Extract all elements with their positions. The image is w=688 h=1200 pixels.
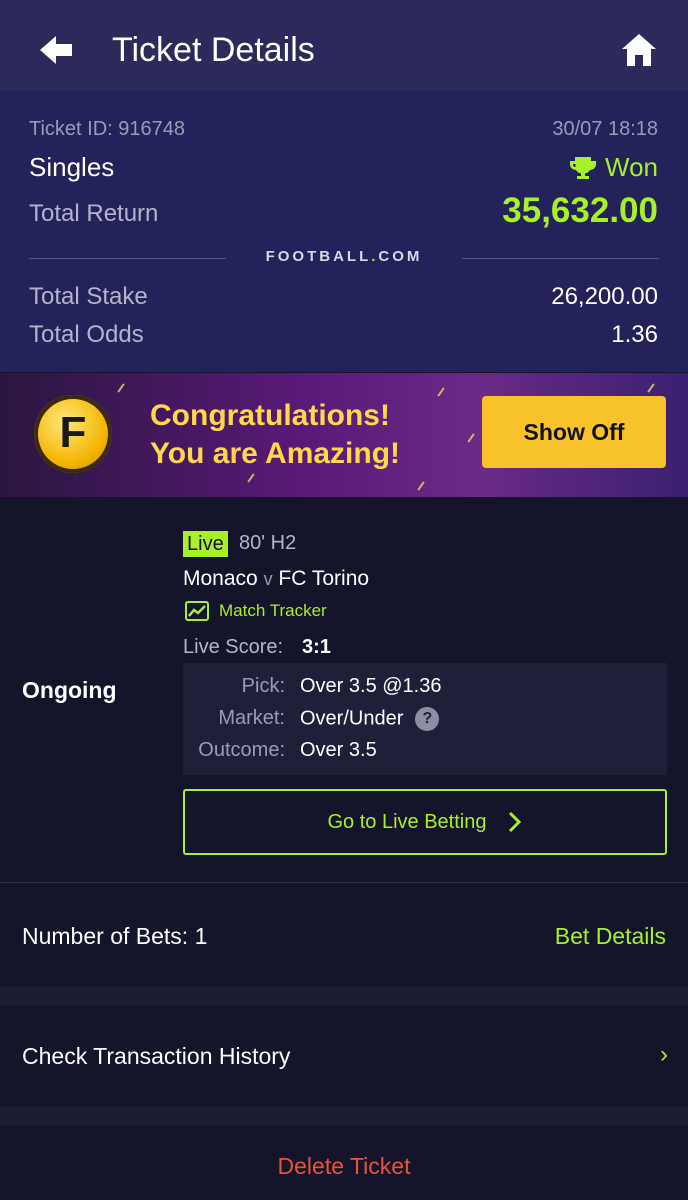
chart-line-icon xyxy=(185,601,209,621)
app-header: Ticket Details xyxy=(0,0,688,90)
outcome-value: Over 3.5 xyxy=(300,739,377,761)
page-title: Ticket Details xyxy=(112,31,315,69)
pick-label: Pick: xyxy=(241,675,285,697)
pick-value: Over 3.5 @1.36 xyxy=(300,675,442,697)
total-odds-label: Total Odds xyxy=(29,321,144,348)
show-off-button[interactable]: Show Off xyxy=(482,396,666,468)
live-score-value: 3:1 xyxy=(302,636,331,658)
coin-letter: F xyxy=(59,408,87,457)
coin-logo-icon: F xyxy=(34,395,112,473)
match-minute: 80' H2 xyxy=(239,532,297,554)
confetti xyxy=(647,383,655,393)
go-to-live-betting-button[interactable]: Go to Live Betting xyxy=(183,789,667,855)
delete-ticket-button[interactable]: Delete Ticket xyxy=(0,1153,688,1180)
trophy-icon xyxy=(570,156,596,179)
ticket-id: Ticket ID: 916748 xyxy=(29,118,186,140)
help-icon[interactable]: ? xyxy=(415,707,440,731)
live-badge: Live xyxy=(183,531,228,557)
section-gap xyxy=(0,1107,688,1125)
match-teams: Monaco v FC Torino xyxy=(183,567,369,591)
transaction-history-row[interactable]: Check Transaction History › xyxy=(0,1005,688,1107)
outcome-label: Outcome: xyxy=(198,739,285,761)
divider-right xyxy=(462,258,659,259)
match-tracker-label: Match Tracker xyxy=(219,601,327,620)
congrats-text: Congratulations! You are Amazing! xyxy=(150,397,400,473)
delete-ticket-row: Delete Ticket xyxy=(0,1125,688,1200)
total-return-label: Total Return xyxy=(29,200,159,227)
arrow-left-icon[interactable] xyxy=(36,30,76,70)
status-badge: Won xyxy=(569,152,658,183)
home-team: Monaco xyxy=(183,567,258,590)
away-team: FC Torino xyxy=(278,567,370,590)
total-stake-label: Total Stake xyxy=(29,283,148,310)
brand-logo: FOOTBALL.COM xyxy=(265,248,423,265)
confetti xyxy=(417,481,425,491)
number-of-bets: Number of Bets: 1 xyxy=(22,923,208,949)
number-of-bets-row: Number of Bets: 1 Bet Details xyxy=(0,883,688,987)
confetti xyxy=(467,433,475,443)
live-score-label: Live Score: xyxy=(183,636,284,658)
market-value: Over/Under xyxy=(300,707,404,730)
total-stake-value: 26,200.00 xyxy=(551,283,658,310)
transaction-history-label: Check Transaction History xyxy=(22,1043,291,1069)
market-value-row: Over/Under? xyxy=(300,707,440,731)
go-live-label: Go to Live Betting xyxy=(327,810,487,833)
status-text: Won xyxy=(605,152,658,182)
ticket-summary: Ticket ID: 916748 30/07 18:18 Singles Wo… xyxy=(0,90,688,372)
confetti xyxy=(247,473,255,483)
chevron-right-icon xyxy=(509,811,522,833)
chevron-right-icon: › xyxy=(660,1041,668,1068)
congrats-banner: F Congratulations! You are Amazing! Show… xyxy=(0,373,688,497)
ticket-date: 30/07 18:18 xyxy=(552,118,658,140)
match-tracker-link[interactable]: Match Tracker xyxy=(185,601,327,621)
total-odds-value: 1.36 xyxy=(611,321,658,348)
bet-card: Ongoing Live 80' H2 Monaco v FC Torino M… xyxy=(0,497,688,883)
section-gap xyxy=(0,987,688,1005)
pick-details: Pick: Over 3.5 @1.36 Market: Over/Under?… xyxy=(183,663,667,775)
bet-type: Singles xyxy=(29,152,115,182)
total-return-value: 35,632.00 xyxy=(502,191,658,230)
versus: v xyxy=(263,569,273,589)
bet-details-link[interactable]: Bet Details xyxy=(555,923,666,950)
congrats-line-1: Congratulations! xyxy=(150,399,390,432)
confetti xyxy=(437,387,445,397)
home-icon[interactable] xyxy=(620,32,658,68)
congrats-line-2: You are Amazing! xyxy=(150,437,401,470)
confetti xyxy=(117,383,125,393)
market-label: Market: xyxy=(218,707,285,729)
bet-state: Ongoing xyxy=(22,677,117,703)
